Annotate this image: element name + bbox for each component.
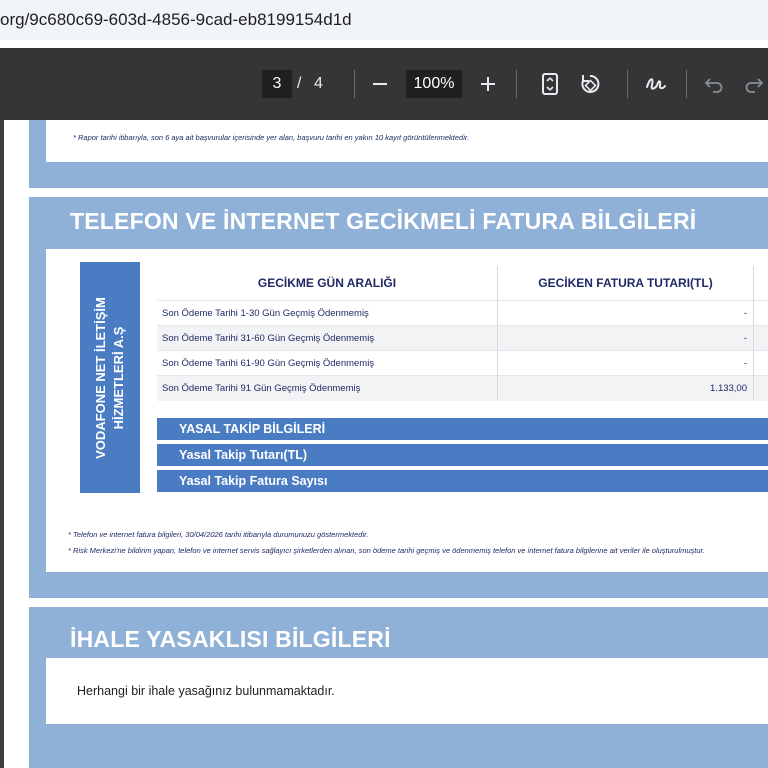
legal-follow-up-amount-label: Yasal Takip Tutarı(TL) bbox=[179, 448, 308, 462]
plus-icon bbox=[481, 77, 495, 91]
table-row: Son Ödeme Tarihi 31-60 Gün Geçmiş Ödenme… bbox=[157, 325, 768, 351]
undo-button[interactable] bbox=[698, 68, 730, 100]
tender-ban-message: Herhangi bir ihale yasağınız bulunmamakt… bbox=[77, 684, 335, 698]
toolbar-divider bbox=[516, 70, 517, 98]
total-pages: 4 bbox=[314, 75, 323, 92]
row-range: Son Ödeme Tarihi 61-90 Gün Geçmiş Ödenme… bbox=[162, 358, 375, 369]
column-divider bbox=[753, 266, 754, 400]
page-edge bbox=[0, 120, 4, 768]
url-text[interactable]: org/9c680c69-603d-4856-9cad-eb8199154d1d bbox=[0, 0, 768, 40]
draw-icon bbox=[646, 78, 666, 90]
pdf-toolbar: / 4 bbox=[0, 48, 768, 120]
table-row: Son Ödeme Tarihi 61-90 Gün Geçmiş Ödenme… bbox=[157, 350, 768, 376]
provider-label: VODAFONE NET İLETİŞİM HİZMETLERİ A.Ş bbox=[80, 262, 140, 493]
row-range: Son Ödeme Tarihi 91 Gün Geçmiş Ödenmemiş bbox=[162, 383, 361, 394]
pdf-page: * Rapor tarihi itibarıyla, son 6 aya ait… bbox=[0, 120, 768, 768]
legal-follow-up-header-label: YASAL TAKİP BİLGİLERİ bbox=[179, 422, 326, 436]
legal-follow-up-count-label: Yasal Takip Fatura Sayısı bbox=[179, 474, 328, 488]
column-header-amount: GECİKEN FATURA TUTARI(TL) bbox=[538, 276, 713, 290]
toolbar-divider bbox=[686, 70, 687, 98]
undo-icon bbox=[704, 78, 723, 93]
fit-page-icon bbox=[542, 73, 558, 95]
provider-name: VODAFONE NET İLETİŞİM HİZMETLERİ A.Ş bbox=[93, 296, 126, 459]
legal-follow-up-amount-row: Yasal Takip Tutarı(TL) bbox=[157, 444, 768, 466]
annotate-button[interactable] bbox=[640, 68, 672, 100]
report-footnote: * Rapor tarihi itibarıyla, son 6 aya ait… bbox=[73, 133, 470, 142]
page-separator: / bbox=[297, 75, 302, 92]
address-bar[interactable]: org/9c680c69-603d-4856-9cad-eb8199154d1d bbox=[0, 0, 768, 48]
zoom-input[interactable] bbox=[406, 70, 462, 98]
zoom-in-button[interactable] bbox=[472, 68, 504, 100]
bills-footnote-source: * Risk Merkezi'ne bildirim yapan, telefo… bbox=[68, 546, 705, 555]
legal-follow-up-header: YASAL TAKİP BİLGİLERİ bbox=[157, 418, 768, 440]
row-range: Son Ödeme Tarihi 1-30 Gün Geçmiş Ödenmem… bbox=[162, 308, 369, 319]
rotate-icon bbox=[581, 74, 600, 93]
legal-follow-up-count-row: Yasal Takip Fatura Sayısı bbox=[157, 470, 768, 492]
tender-ban-title: İHALE YASAKLISI BİLGİLERİ bbox=[70, 626, 391, 652]
column-header-range: GECİKME GÜN ARALIĞI bbox=[257, 276, 397, 290]
late-bills-title: TELEFON VE İNTERNET GECİKMELİ FATURA BİL… bbox=[70, 208, 697, 234]
page-number-input[interactable] bbox=[262, 70, 292, 98]
fit-page-button[interactable] bbox=[534, 68, 566, 100]
row-amount: - bbox=[743, 358, 747, 369]
row-amount: - bbox=[743, 333, 747, 344]
zoom-out-button[interactable] bbox=[364, 68, 396, 100]
toolbar-divider bbox=[627, 70, 628, 98]
row-amount: - bbox=[743, 308, 747, 319]
row-range: Son Ödeme Tarihi 31-60 Gün Geçmiş Ödenme… bbox=[162, 333, 375, 344]
table-row: Son Ödeme Tarihi 1-30 Gün Geçmiş Ödenmem… bbox=[157, 300, 768, 326]
redo-icon bbox=[745, 78, 764, 93]
row-amount: 1.133,00 bbox=[710, 383, 747, 394]
rotate-button[interactable] bbox=[574, 68, 606, 100]
redo-button[interactable] bbox=[738, 68, 768, 100]
bills-footnote-date: * Telefon ve internet fatura bilgileri, … bbox=[68, 530, 369, 539]
minus-icon bbox=[373, 83, 387, 85]
column-divider bbox=[497, 266, 498, 400]
document-viewport[interactable]: * Rapor tarihi itibarıyla, son 6 aya ait… bbox=[0, 120, 768, 768]
toolbar-divider bbox=[354, 70, 355, 98]
table-row: Son Ödeme Tarihi 91 Gün Geçmiş Ödenmemiş… bbox=[157, 375, 768, 401]
